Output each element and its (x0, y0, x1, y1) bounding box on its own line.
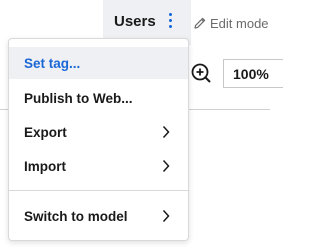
pencil-icon (194, 17, 206, 29)
menu-item-import[interactable]: Import (9, 150, 188, 182)
chevron-right-icon (162, 125, 170, 139)
menu-item-switch-to-model[interactable]: Switch to model (9, 200, 188, 232)
users-tab-label: Users (114, 13, 156, 30)
menu-item-label: Publish to Web... (24, 90, 133, 106)
menu-item-label: Switch to model (24, 208, 128, 224)
zoom-in-icon[interactable] (190, 62, 212, 84)
menu-item-label: Set tag... (24, 55, 81, 71)
menu-item-export[interactable]: Export (9, 116, 188, 148)
menu-item-label: Export (24, 124, 67, 140)
zoom-level-field[interactable]: 100% (223, 59, 283, 88)
edit-mode-label: Edit mode (210, 15, 269, 31)
chevron-right-icon (162, 159, 170, 173)
dropdown-menu: Set tag... Publish to Web... Export Impo… (8, 38, 189, 241)
menu-item-set-tag[interactable]: Set tag... (9, 47, 188, 79)
menu-separator (9, 190, 188, 191)
menu-item-publish-to-web[interactable]: Publish to Web... (9, 82, 188, 114)
edit-mode-button[interactable]: Edit mode (193, 14, 269, 32)
zoom-level-value: 100% (233, 66, 269, 82)
kebab-menu-icon[interactable] (165, 13, 175, 31)
chevron-right-icon (162, 209, 170, 223)
menu-item-label: Import (24, 158, 66, 174)
